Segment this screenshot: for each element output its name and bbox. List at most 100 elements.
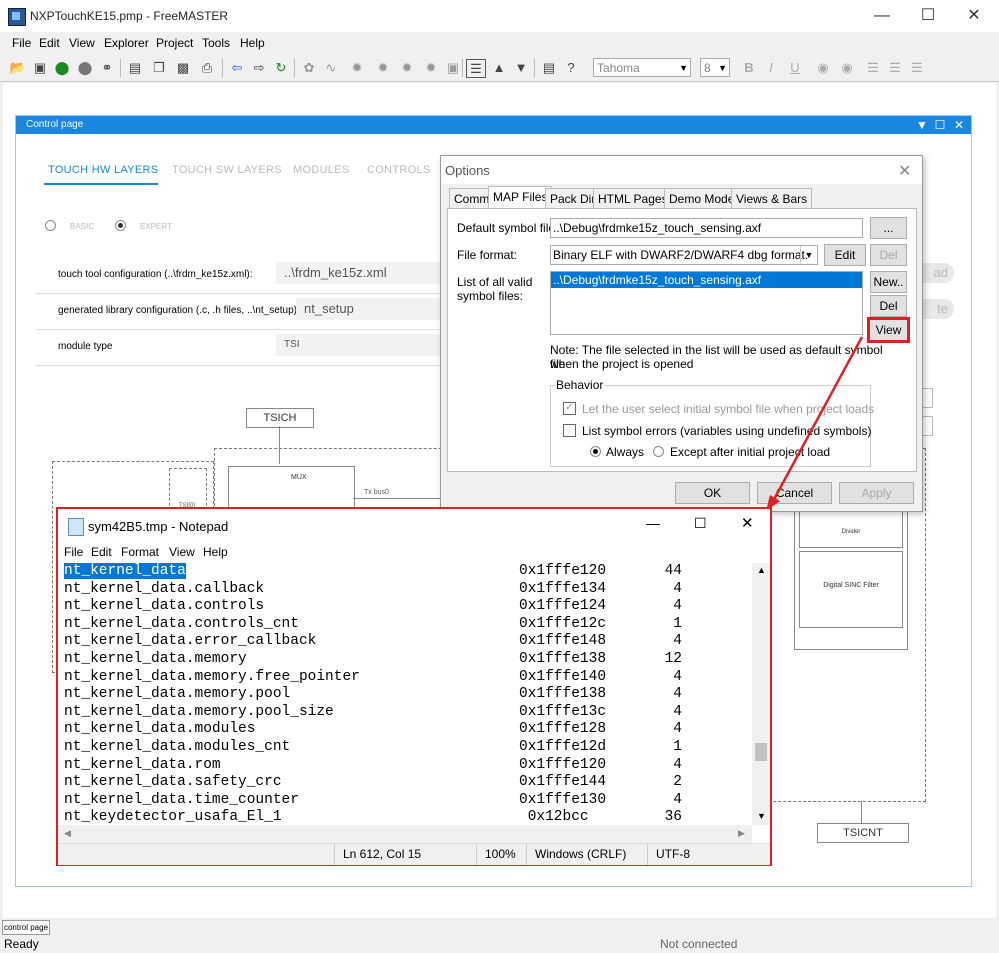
tab-html-pages[interactable]: HTML Pages (593, 188, 673, 209)
vertical-scrollbar[interactable]: ▲ ▼ (752, 563, 770, 825)
down-icon[interactable]: ▼ (512, 59, 530, 76)
symbol-address: 0x1fffe138 (519, 651, 607, 667)
open-icon[interactable]: 📂 (9, 59, 27, 76)
var2-icon[interactable]: ✹ (374, 59, 392, 76)
cfg-value[interactable]: ..\frdm_ke15z.xml (276, 262, 464, 284)
tab-touch-sw-layers[interactable]: TOUCH SW LAYERS (172, 164, 282, 176)
scroll-thumb[interactable] (755, 743, 767, 761)
italic-icon[interactable]: I (762, 59, 780, 76)
close-icon[interactable]: ✕ (898, 161, 911, 181)
minimize-button[interactable]: — (859, 0, 905, 32)
symbol-name: nt_kernel_data.memory.pool_size (64, 703, 334, 720)
font-size-combo[interactable]: 8 ▼ (700, 58, 730, 77)
diagram-tsicnt: TSICNT (817, 823, 909, 843)
menu-edit[interactable]: Edit (39, 36, 60, 50)
menu-file[interactable]: File (12, 36, 31, 50)
chevron-down-icon[interactable]: ▼ (913, 116, 931, 134)
horizontal-scrollbar[interactable]: ◀ ▶ (58, 825, 752, 843)
new-button[interactable]: New.. (870, 271, 907, 293)
del-format-button[interactable]: Del (870, 244, 907, 266)
menu-help[interactable]: Help (240, 36, 265, 50)
ok-button[interactable]: OK (675, 482, 750, 504)
symbol-files-list[interactable]: ..\Debug\frdmke15z_touch_sensing.axf (550, 271, 863, 335)
radio-basic[interactable] (45, 220, 56, 231)
del-file-button[interactable]: Del (870, 295, 907, 317)
close-icon[interactable]: ✕ (950, 116, 968, 134)
np-menu-edit[interactable]: Edit (91, 545, 112, 559)
checkbox-initial-symbol[interactable]: ✓ (563, 402, 576, 415)
up-icon[interactable]: ▲ (490, 59, 508, 76)
tab-touch-hw-layers[interactable]: TOUCH HW LAYERS (48, 164, 158, 176)
diagram-sinc-box: Digital SINC Filter (799, 551, 903, 628)
columns-icon[interactable]: ☰ (466, 59, 486, 78)
scope-icon[interactable]: ∿ (322, 59, 340, 76)
paste-icon[interactable]: ▩ (174, 59, 192, 76)
help-icon[interactable]: ? (562, 59, 580, 76)
checkbox-list-errors[interactable] (563, 424, 576, 437)
close-button[interactable]: ✕ (741, 514, 754, 532)
file-format-select[interactable]: Binary ELF with DWARF2/DWARF4 dbg format… (550, 245, 818, 265)
align-left-icon[interactable]: ☰ (864, 59, 882, 76)
edit-button[interactable]: Edit (824, 244, 866, 266)
key-icon[interactable]: ⚭ (98, 59, 116, 76)
scroll-down-icon[interactable]: ▼ (757, 811, 766, 821)
notepad-text-area[interactable]: nt_kernel_data 0x1fffe120 44 nt_kernel_data… (62, 563, 752, 825)
cfg-value[interactable]: TSI (276, 334, 464, 356)
print-icon[interactable]: ⎙ (198, 59, 216, 76)
globe-icon[interactable]: ◉ (814, 59, 832, 76)
view-button[interactable]: View (867, 317, 910, 343)
close-button[interactable]: ✕ (951, 0, 997, 32)
var4-icon[interactable]: ✹ (422, 59, 440, 76)
radio-expert[interactable] (115, 220, 126, 231)
menu-project[interactable]: Project (156, 36, 193, 50)
align-center-icon[interactable]: ☰ (886, 59, 904, 76)
options-icon[interactable]: ▤ (540, 59, 558, 76)
tab-controls[interactable]: CONTROLS (367, 164, 431, 176)
stop-icon[interactable]: ⬤ (76, 59, 94, 76)
scroll-up-icon[interactable]: ▲ (757, 565, 766, 575)
restore-icon[interactable]: ☐ (931, 116, 949, 134)
align-right-icon[interactable]: ☰ (908, 59, 926, 76)
tab-map-files[interactable]: MAP Files (488, 186, 553, 209)
copy-icon[interactable]: ❐ (150, 59, 168, 76)
maximize-button[interactable]: ☐ (694, 515, 707, 532)
status-bar: Ready Not connected (0, 936, 999, 953)
go-icon[interactable]: ⬤ (53, 59, 71, 76)
scroll-left-icon[interactable]: ◀ (64, 828, 71, 839)
np-menu-view[interactable]: View (169, 545, 195, 559)
np-menu-help[interactable]: Help (203, 545, 228, 559)
menu-explorer[interactable]: Explorer (104, 36, 149, 50)
maximize-button[interactable]: ☐ (905, 0, 951, 32)
radio-except[interactable] (653, 446, 664, 457)
refresh-icon[interactable]: ↻ (272, 59, 290, 76)
font-name-combo[interactable]: Tahoma ▼ (593, 58, 691, 77)
menu-view[interactable]: View (69, 36, 95, 50)
tab-control-page[interactable]: control page (2, 920, 50, 935)
default-symbol-input[interactable]: ..\Debug\frdmke15z_touch_sensing.axf (550, 218, 863, 238)
forward-icon[interactable]: ⇨ (250, 59, 268, 76)
minimize-button[interactable]: — (646, 515, 660, 531)
properties-icon[interactable]: ▤ (126, 59, 144, 76)
scroll-right-icon[interactable]: ▶ (738, 828, 745, 839)
watch-icon[interactable]: ✿ (300, 59, 318, 76)
tab-modules[interactable]: MODULES (293, 164, 350, 176)
var5-icon[interactable]: ▣ (444, 59, 462, 76)
cfg-label: module type (58, 341, 113, 352)
save-icon[interactable]: ▣ (31, 59, 49, 76)
np-menu-file[interactable]: File (64, 545, 83, 559)
bold-icon[interactable]: B (740, 59, 758, 76)
np-menu-format[interactable]: Format (121, 545, 159, 559)
menu-tools[interactable]: Tools (202, 36, 230, 50)
text-line: nt_kernel_data.modules_cnt 0x1fffe12d 1 (62, 739, 752, 757)
radio-always[interactable] (590, 446, 601, 457)
file-format-value: Binary ELF with DWARF2/DWARF4 dbg format… (553, 248, 809, 262)
back-icon[interactable]: ⇦ (228, 59, 246, 76)
var3-icon[interactable]: ✹ (398, 59, 416, 76)
var-icon[interactable]: ✹ (348, 59, 366, 76)
browse-button[interactable]: ... (870, 217, 907, 239)
globe2-icon[interactable]: ◉ (838, 59, 856, 76)
tab-views-bars[interactable]: Views & Bars (731, 188, 813, 209)
underline-icon[interactable]: U (786, 59, 804, 76)
tab-demo-mode[interactable]: Demo Mode (664, 188, 740, 209)
list-item[interactable]: ..\Debug\frdmke15z_touch_sensing.axf (551, 272, 862, 288)
